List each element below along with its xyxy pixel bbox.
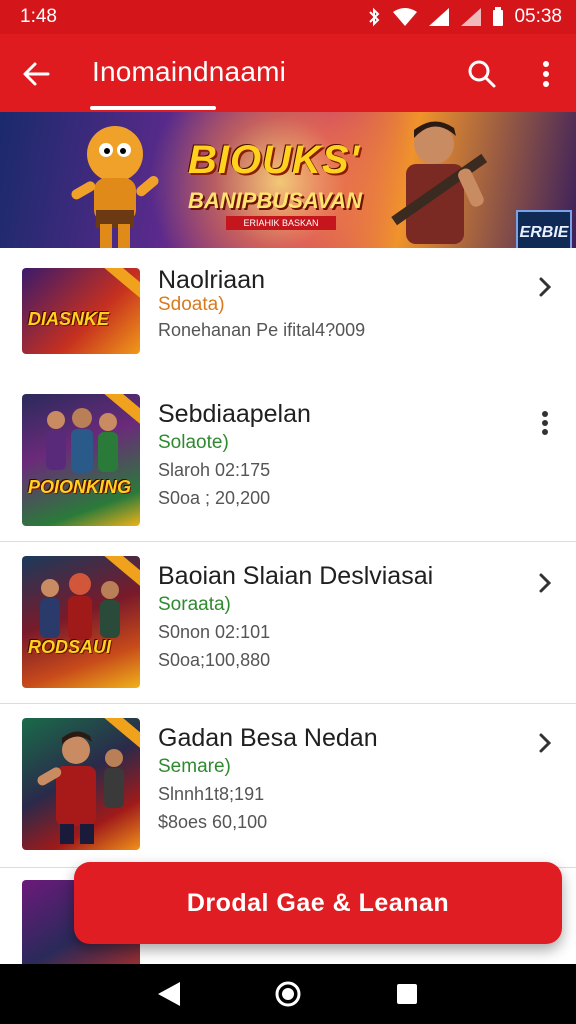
app-bar: Inomaindnaami (0, 34, 576, 112)
item-thumbnail (22, 718, 140, 850)
more-vertical-icon (542, 411, 548, 435)
item-title: Sebdiaapelan (158, 400, 311, 428)
system-nav-bar (0, 964, 576, 1024)
download-cta-button[interactable]: Drodal Gae & Leanan (74, 862, 562, 944)
list-item[interactable]: RODSAUI Baoian Slaian Deslviasai Soraata… (0, 542, 576, 704)
title-underline (90, 106, 216, 110)
item-subtitle: Semare) (158, 756, 231, 777)
wifi-icon (393, 8, 418, 26)
item-meta-2: $8oes 60,100 (158, 812, 268, 832)
circle-home-icon (275, 981, 301, 1007)
more-vertical-icon (543, 61, 549, 87)
item-meta: S0non 02:101 (158, 622, 271, 642)
chevron-right-icon (539, 733, 552, 753)
signal-icon (429, 8, 450, 26)
status-clock-right: 05:38 (514, 6, 562, 27)
banner-strip: ERIAHIK BASKAN (226, 216, 336, 230)
item-menu-button[interactable] (530, 408, 560, 438)
open-item-button[interactable] (530, 568, 560, 598)
item-meta-2: S0oa ; 20,200 (158, 488, 271, 508)
status-bar: 1:48 05:38 (0, 0, 576, 34)
chevron-right-icon (539, 573, 552, 593)
banner-badge: ERBIE (516, 210, 572, 248)
triangle-back-icon (158, 982, 181, 1006)
thumb-logo: RODSAUI (28, 637, 112, 657)
item-subtitle: Sdoata) (158, 294, 225, 315)
chevron-right-icon (539, 277, 552, 297)
page-title: Inomaindnaami (92, 56, 287, 87)
thumb-ribbon (101, 268, 140, 304)
thumb-logo: DIASNKE (28, 309, 110, 329)
list-item[interactable]: Gadan Besa Nedan Semare) Slnnh1t8;191 $8… (0, 704, 576, 868)
bluetooth-icon (369, 7, 380, 27)
item-title: Gadan Besa Nedan (158, 724, 378, 752)
item-thumbnail: POIONKING (22, 394, 140, 526)
item-meta: Slaroh 02:175 (158, 460, 271, 480)
banner-hero-image (391, 121, 488, 244)
open-item-button[interactable] (530, 272, 560, 302)
item-thumbnail: RODSAUI (22, 556, 140, 688)
search-icon (468, 60, 496, 88)
nav-recents-button[interactable] (387, 974, 427, 1014)
signal-2-icon (461, 8, 482, 26)
banner-subline: BANIPBUSAVAN (188, 188, 362, 213)
banner-headline: BIOUKS' (188, 138, 361, 182)
thumb-characters-image (40, 573, 120, 640)
search-button[interactable] (462, 54, 502, 94)
nav-home-button[interactable] (268, 974, 308, 1014)
item-meta: Slnnh1t8;191 (158, 784, 265, 804)
item-title: Baoian Slaian Deslviasai (158, 562, 434, 590)
item-title: Naolriaan (158, 266, 266, 294)
list-item[interactable]: POIONKING Sebdiaapelan Solaote) Slaroh 0… (0, 380, 576, 542)
square-recents-icon (396, 984, 417, 1004)
back-button[interactable] (16, 54, 56, 94)
status-icons: 05:38 (366, 6, 562, 28)
thumb-logo: POIONKING (28, 477, 132, 497)
item-meta-2: S0oa;100,880 (158, 650, 271, 670)
arrow-left-icon (23, 62, 50, 86)
battery-icon (493, 7, 504, 26)
banner-mascot-image (71, 126, 159, 248)
nav-back-button[interactable] (149, 974, 189, 1014)
promo-banner[interactable]: BIOUKS' BANIPBUSAVAN ERIAHIK BASKAN ERBI… (0, 112, 576, 248)
overflow-menu-button[interactable] (528, 54, 564, 94)
open-item-button[interactable] (530, 728, 560, 758)
thumb-characters-image (37, 731, 124, 844)
item-thumbnail: DIASNKE (22, 268, 140, 354)
item-meta: Ronehanan Pe ifital4?009 (158, 320, 366, 340)
item-subtitle: Soraata) (158, 594, 231, 615)
status-time: 1:48 (20, 6, 57, 27)
thumb-characters-image (46, 408, 118, 473)
item-subtitle: Solaote) (158, 432, 229, 453)
